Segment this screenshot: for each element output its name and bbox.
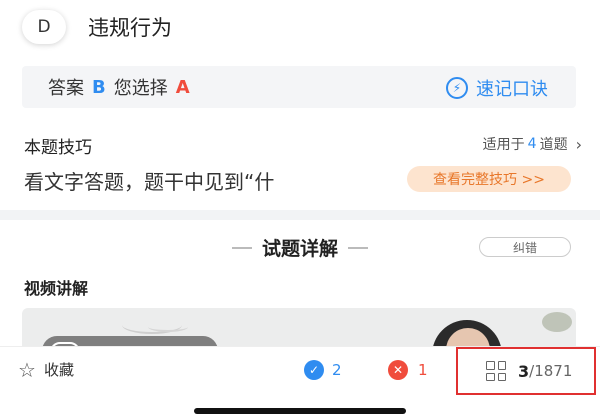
option-letter-badge: D (22, 10, 66, 44)
detail-title: 试题详解 (261, 238, 338, 260)
correct-count-value: 2 (332, 361, 342, 379)
favorite-button[interactable]: ☆ 收藏 (18, 359, 74, 380)
correct-answer: B (92, 76, 106, 98)
tips-scope-prefix: 适用于 (482, 137, 525, 153)
check-circle-icon: ✓ (304, 360, 324, 380)
option-text: 违规行为 (88, 16, 172, 40)
report-error-button[interactable]: 纠错 (479, 237, 571, 257)
answer-box: 答案 B 您选择 A ⚡ 速记口诀 (22, 66, 576, 108)
current-question-number: 3 (518, 361, 530, 381)
video-section-label: 视频讲解 (24, 279, 89, 298)
chevron-right-icon: › (575, 134, 582, 154)
view-full-tips-button[interactable]: 查看完整技巧 >> (407, 166, 571, 192)
favorite-label: 收藏 (43, 361, 74, 379)
total-questions: /1871 (529, 362, 573, 380)
dash-right (348, 246, 368, 249)
chosen-label: 您选择 (113, 78, 168, 99)
memo-label: 速记口诀 (476, 79, 548, 100)
section-divider (0, 210, 600, 220)
correct-count[interactable]: ✓ 2 (304, 360, 342, 380)
memo-button[interactable]: ⚡ 速记口诀 (446, 75, 548, 101)
grid-icon (486, 361, 506, 381)
tips-title: 本题技巧 (24, 138, 92, 158)
chosen-answer: A (175, 76, 190, 98)
tips-fade (330, 164, 410, 192)
tips-scope-link[interactable]: 适用于 4 道题 › (483, 134, 582, 154)
wrong-count[interactable]: ✕ 1 (388, 360, 428, 380)
plant-decoration (542, 312, 572, 332)
tips-scope-suffix: 道题 (539, 137, 568, 153)
x-circle-icon: ✕ (388, 360, 408, 380)
wrong-count-value: 1 (418, 361, 428, 379)
answer-label: 答案 (48, 78, 84, 99)
option-d-row[interactable]: D 违规行为 (22, 10, 172, 44)
lightning-bulb-icon: ⚡ (446, 77, 468, 99)
swirl-decoration-2 (148, 322, 188, 332)
question-progress-button[interactable]: 3 /1871 (456, 347, 596, 395)
dash-left (231, 246, 252, 249)
star-icon: ☆ (18, 357, 36, 382)
home-indicator[interactable] (194, 408, 406, 414)
tips-scope-count: 4 (527, 136, 537, 152)
bottom-bar: ☆ 收藏 ✓ 2 ✕ 1 3 /1871 (0, 346, 600, 396)
